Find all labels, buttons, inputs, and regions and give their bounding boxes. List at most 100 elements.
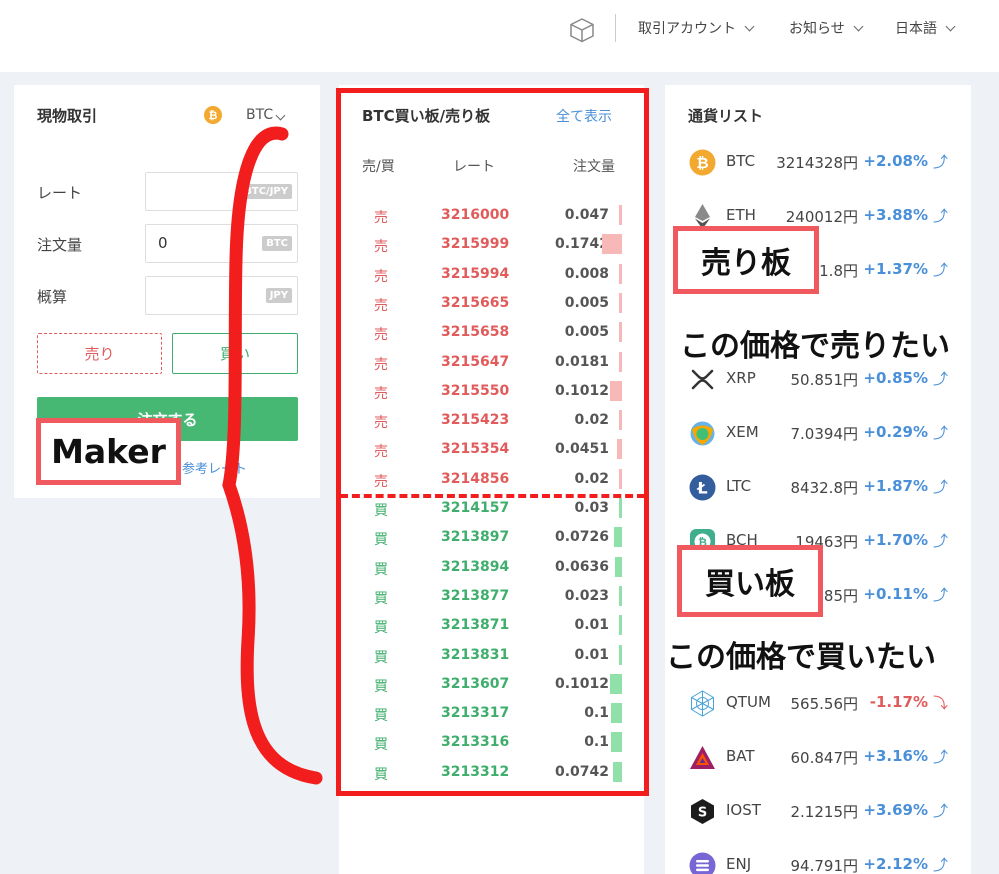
currency-symbol: XRP (726, 369, 756, 387)
currency-change: +3.16% (863, 747, 928, 765)
buy-button[interactable]: 買い (172, 333, 298, 374)
rate-unit-badge: BTC/JPY (240, 184, 292, 199)
quantity-input[interactable]: 0 BTC (145, 224, 298, 263)
currency-row[interactable]: BAT 60.847円 +3.16% ⤴ (665, 729, 971, 783)
estimate-label: 概算 (37, 288, 68, 306)
chevron-down-icon (744, 21, 755, 31)
trend-up-icon: ⤴ (932, 370, 948, 388)
currency-row[interactable]: QTUM 565.56円 -1.17% ⤵ (665, 675, 971, 729)
rate-label: レート (37, 184, 83, 202)
trend-up-icon: ⤴ (932, 856, 948, 874)
trend-up-icon: ⤴ (932, 586, 948, 604)
currency-change: +3.88% (863, 206, 928, 224)
chevron-down-icon (275, 110, 286, 121)
litecoin-icon: Ł (689, 474, 716, 501)
currency-price: 94.791円 (790, 857, 859, 874)
currency-price: 3214328円 (776, 154, 858, 172)
currency-price: 60.847円 (790, 749, 859, 767)
quantity-label: 注文量 (37, 236, 83, 254)
topbar-divider (615, 14, 616, 42)
spread-divider (340, 494, 645, 498)
currency-symbol: BAT (726, 747, 755, 765)
currency-symbol: LTC (726, 477, 752, 495)
chevron-down-icon (945, 21, 956, 31)
currency-change: +0.29% (863, 423, 928, 441)
trend-up-icon: ⤴ (932, 207, 948, 225)
currency-symbol: ENJ (726, 855, 752, 873)
enjin-icon (689, 852, 716, 874)
currency-symbol: ETH (726, 206, 756, 224)
currency-change: +0.85% (863, 369, 928, 387)
currency-change: +2.12% (863, 855, 928, 873)
currency-price: 50.851円 (790, 371, 859, 389)
estimate-unit-badge: JPY (265, 288, 292, 303)
qtum-icon (689, 690, 716, 717)
currency-price: 240012円 (785, 208, 858, 226)
currency-price: 8432.8円 (790, 479, 859, 497)
trend-up-icon: ⤴ (932, 424, 948, 442)
currency-row[interactable]: ₿ BTC 3214328円 +2.08% ⤴ (665, 134, 971, 188)
currency-price: 1.8円 (819, 262, 858, 280)
currency-change: -1.17% (869, 693, 928, 711)
chevron-down-icon (853, 21, 864, 31)
sell-board-label: 売り板 (673, 226, 819, 294)
trend-down-icon: ⤵ (932, 694, 948, 712)
estimate-input[interactable]: JPY (145, 276, 298, 315)
iost-icon: S (689, 798, 716, 825)
currency-row[interactable]: ENJ 94.791円 +2.12% ⤴ (665, 837, 971, 874)
ripple-icon (689, 366, 716, 393)
quantity-value: 0 (158, 234, 168, 252)
quantity-unit-badge: BTC (262, 236, 292, 251)
trend-up-icon: ⤴ (932, 478, 948, 496)
language-menu-label: 日本語 (895, 21, 937, 37)
rate-input[interactable]: BTC/JPY (145, 172, 298, 211)
currency-row[interactable]: S IOST 2.1215円 +3.69% ⤴ (665, 783, 971, 837)
news-menu-label: お知らせ (789, 21, 845, 37)
currency-row[interactable]: Ł LTC 8432.8円 +1.87% ⤴ (665, 459, 971, 513)
currency-list-panel: 通貨リスト ₿ BTC 3214328円 +2.08% ⤴ ETH 240012円 +3.88… (665, 85, 971, 874)
svg-text:S: S (698, 806, 707, 821)
currency-price: 7.0394円 (790, 425, 859, 443)
currency-list-title: 通貨リスト (688, 107, 764, 125)
currency-row[interactable]: XEM 7.0394円 +0.29% ⤴ (665, 405, 971, 459)
bitcoin-icon: ₿ (204, 106, 222, 124)
trend-up-icon: ⤴ (932, 748, 948, 766)
news-menu[interactable]: お知らせ (789, 18, 864, 38)
currency-change: +3.69% (863, 801, 928, 819)
svg-text:₿: ₿ (696, 154, 708, 172)
currency-symbol: QTUM (726, 693, 771, 711)
currency-price: 565.56円 (790, 695, 859, 713)
coin-selector-label: BTC (246, 107, 286, 123)
sell-button[interactable]: 売り (37, 333, 162, 374)
currency-symbol: BTC (726, 152, 756, 170)
currency-symbol: IOST (726, 801, 761, 819)
trend-up-icon: ⤴ (932, 153, 948, 171)
reference-rate-link[interactable]: 参考レート (182, 458, 247, 477)
buy-note: この価格で買いたい (666, 640, 936, 675)
currency-change: +1.70% (863, 531, 928, 549)
bitcoin-icon: ₿ (689, 149, 716, 176)
account-menu-label: 取引アカウント (638, 21, 736, 37)
bat-icon (689, 744, 716, 771)
trend-up-icon: ⤴ (932, 532, 948, 550)
trend-up-icon: ⤴ (932, 802, 948, 820)
trend-up-icon: ⤴ (932, 261, 948, 279)
currency-change: +1.37% (863, 260, 928, 278)
currency-price: 2.1215円 (790, 803, 859, 821)
cube-icon[interactable] (568, 17, 596, 43)
currency-change: +0.11% (863, 585, 928, 603)
svg-text:Ł: Ł (696, 479, 707, 498)
order-book-highlight (336, 88, 649, 796)
nem-icon (689, 420, 716, 447)
top-bar: 取引アカウント お知らせ 日本語 (0, 0, 999, 72)
spot-title: 現物取引 (37, 107, 98, 125)
currency-change: +2.08% (863, 152, 928, 170)
language-menu[interactable]: 日本語 (895, 18, 956, 38)
currency-symbol: XEM (726, 423, 759, 441)
buy-board-label: 買い板 (677, 545, 823, 617)
sell-note: この価格で売りたい (680, 329, 950, 364)
currency-change: +1.87% (863, 477, 928, 495)
coin-selector[interactable]: ₿ BTC (204, 106, 286, 124)
account-menu[interactable]: 取引アカウント (638, 18, 755, 38)
maker-label: Maker (36, 418, 181, 485)
